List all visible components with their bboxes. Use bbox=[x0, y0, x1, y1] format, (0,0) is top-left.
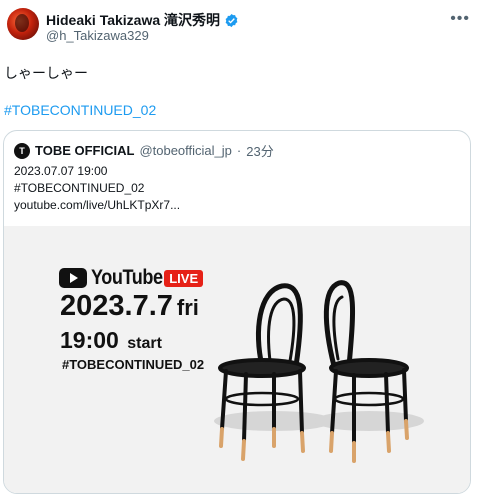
author-display-name[interactable]: Hideaki Takizawa 滝沢秀明 bbox=[46, 10, 220, 30]
quoted-line-hashtag[interactable]: #TOBECONTINUED_02 bbox=[14, 181, 144, 195]
youtube-play-icon bbox=[59, 268, 87, 288]
event-date: 2023.7.7 fri bbox=[60, 290, 199, 323]
youtube-wordmark: YouTube bbox=[91, 266, 163, 289]
quoted-line-link[interactable]: youtube.com/live/UhLKTpXr7... bbox=[14, 198, 180, 212]
quoted-separator: · bbox=[236, 143, 242, 158]
verified-badge-icon bbox=[225, 13, 238, 27]
tweet-text: しゃーしゃー bbox=[4, 65, 88, 81]
quoted-tweet-header: T TOBE OFFICIAL @tobeofficial_jp · 23分 bbox=[14, 141, 274, 160]
event-date-value: 2023.7.7 bbox=[60, 290, 173, 322]
author-row: Hideaki Takizawa 滝沢秀明 bbox=[46, 10, 239, 30]
quoted-author-handle[interactable]: @tobeofficial_jp bbox=[139, 143, 231, 158]
event-day: fri bbox=[176, 295, 199, 320]
quoted-line-datetime: 2023.07.07 19:00 bbox=[14, 164, 108, 178]
quoted-timestamp[interactable]: 23分 bbox=[246, 141, 273, 160]
tweet-hashtag-link[interactable]: #TOBECONTINUED_02 bbox=[4, 102, 156, 118]
author-handle[interactable]: @h_Takizawa329 bbox=[46, 28, 149, 43]
quoted-media-image[interactable]: YouTube LIVE 2023.7.7 fri 19:00 start #TO… bbox=[4, 226, 470, 493]
more-horizontal-icon[interactable]: ••• bbox=[450, 10, 470, 28]
chairs-illustration bbox=[214, 280, 424, 463]
event-start-label: start bbox=[127, 335, 162, 352]
event-time-value: 19:00 bbox=[60, 327, 119, 353]
quoted-avatar[interactable]: T bbox=[14, 142, 30, 159]
youtube-logo: YouTube LIVE bbox=[59, 266, 204, 290]
media-hashtag: #TOBECONTINUED_02 bbox=[62, 357, 205, 372]
author-avatar[interactable] bbox=[7, 8, 39, 40]
quoted-tweet-card[interactable]: T TOBE OFFICIAL @tobeofficial_jp · 23分 2… bbox=[3, 130, 471, 494]
live-badge: LIVE bbox=[164, 269, 204, 287]
event-time: 19:00 start bbox=[60, 327, 162, 354]
quoted-author-name[interactable]: TOBE OFFICIAL bbox=[35, 143, 134, 158]
